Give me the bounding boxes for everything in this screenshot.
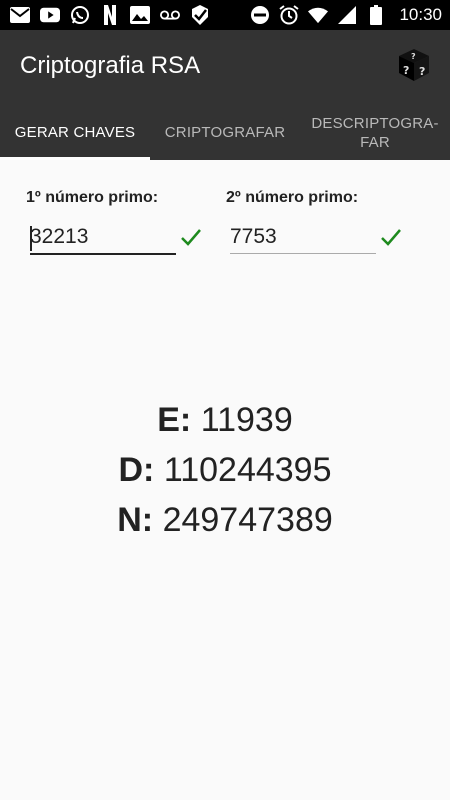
system-icons: 10:30 <box>250 5 442 25</box>
d-row: D: 110244395 <box>0 445 450 495</box>
tab-indicator <box>0 157 150 160</box>
svg-text:?: ? <box>419 65 425 78</box>
prime2-input[interactable]: 7753 <box>230 223 376 254</box>
clock: 10:30 <box>399 5 442 24</box>
battery-icon <box>366 5 386 25</box>
n-row: N: 249747389 <box>0 495 450 545</box>
whatsapp-icon <box>70 5 90 25</box>
prime1-label: 1º número primo: <box>26 189 159 206</box>
rsa-key-results: E: 11939 D: 110244395 N: 249747389 <box>0 395 450 545</box>
d-value: 110244395 <box>163 451 332 489</box>
prime2-valid-check-icon <box>381 229 401 246</box>
n-label: N: <box>117 501 154 539</box>
d-label: D: <box>118 451 155 489</box>
e-row: E: 11939 <box>0 395 450 445</box>
tab-criptografar[interactable]: CRIPTOGRAFAR <box>150 105 300 160</box>
youtube-icon <box>40 5 60 25</box>
do-not-disturb-icon <box>250 5 270 25</box>
tab-bar: GERAR CHAVES CRIPTOGRAFAR DESCRIPTOGRA- … <box>0 105 450 160</box>
status-bar: 10:30 <box>0 0 450 30</box>
voicemail-icon <box>160 5 180 25</box>
check-badge-icon <box>190 5 210 25</box>
svg-text:?: ? <box>411 52 416 61</box>
wifi-icon <box>308 5 329 25</box>
app-title: Criptografia RSA <box>20 52 201 79</box>
netflix-icon <box>100 5 120 25</box>
signal-icon <box>337 5 357 25</box>
e-label: E: <box>157 401 192 439</box>
tab-gerar-chaves[interactable]: GERAR CHAVES <box>0 105 150 160</box>
alarm-icon <box>279 5 300 25</box>
prime2-value: 7753 <box>230 225 277 248</box>
app-bar: Criptografia RSA ? ? ? <box>0 30 450 105</box>
mail-icon <box>10 5 30 25</box>
prime1-value: 32213 <box>30 225 89 248</box>
tab-descriptografar[interactable]: DESCRIPTOGRA- FAR <box>300 105 450 160</box>
notification-icons <box>10 5 210 25</box>
prime1-input[interactable]: 32213 <box>30 223 176 255</box>
image-icon <box>130 5 150 25</box>
n-value: 249747389 <box>162 501 333 539</box>
e-value: 11939 <box>200 401 293 439</box>
prime1-valid-check-icon <box>181 229 201 246</box>
prime2-label: 2º número primo: <box>226 189 359 206</box>
svg-text:?: ? <box>403 64 409 77</box>
dice-icon[interactable]: ? ? ? <box>396 47 432 83</box>
